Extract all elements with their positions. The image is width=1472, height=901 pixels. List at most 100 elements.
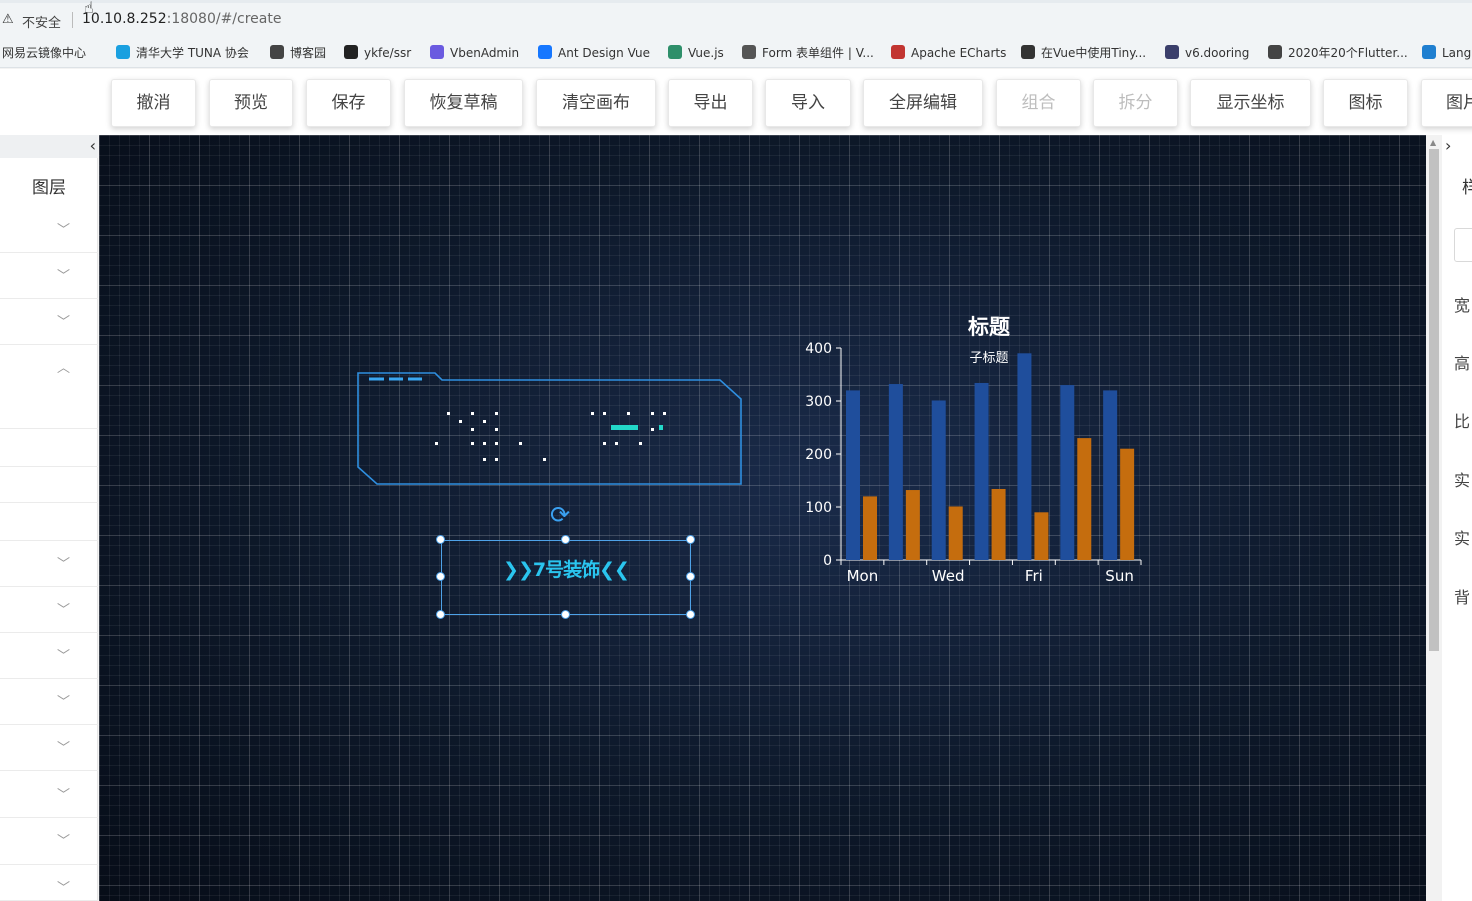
chevron-down-icon[interactable]: ﹀ <box>57 737 70 756</box>
echarts-icon <box>891 45 905 59</box>
layer-row[interactable]: ︿ <box>0 345 98 429</box>
chevron-down-icon[interactable]: ﹀ <box>57 691 70 710</box>
icon-button[interactable]: 图标 <box>1323 79 1408 127</box>
bookmark-label: VbenAdmin <box>450 46 520 60</box>
chevron-left-icon[interactable]: ‹ <box>90 136 96 155</box>
split-button[interactable]: 拆分 <box>1093 79 1178 127</box>
x-tick-label: Sun <box>1105 567 1134 585</box>
resize-handle[interactable] <box>436 610 445 619</box>
url-text[interactable]: 10.10.8.252:18080/#/create <box>82 11 281 27</box>
property-input[interactable] <box>1454 228 1472 262</box>
show-coordinates-button[interactable]: 显示坐标 <box>1190 79 1311 127</box>
layer-row[interactable]: ﹀ <box>0 818 98 865</box>
bookmark-item[interactable]: 博客园 <box>270 44 326 62</box>
bookmark-item[interactable]: VbenAdmin <box>430 44 519 62</box>
chevron-down-icon[interactable]: ﹀ <box>57 830 70 849</box>
import-button[interactable]: 导入 <box>765 79 851 127</box>
frame-decoration-dot <box>483 420 486 423</box>
x-tick-label: Wed <box>932 567 965 585</box>
clear-canvas-button[interactable]: 清空画布 <box>536 79 656 127</box>
layer-row[interactable]: ﹀ <box>0 633 98 679</box>
layer-row[interactable]: ﹀ <box>0 541 98 587</box>
bookmark-item[interactable]: Lang <box>1422 44 1471 62</box>
bookmark-item[interactable]: v6.dooring <box>1165 44 1249 62</box>
resize-handle[interactable] <box>686 572 695 581</box>
y-tick-label: 0 <box>823 553 832 569</box>
vben-icon <box>430 45 444 59</box>
chevron-up-icon[interactable]: ︿ <box>57 357 70 376</box>
bookmark-item[interactable]: 2020年20个Flutter... <box>1268 44 1408 62</box>
chevron-down-icon[interactable]: ﹀ <box>57 645 70 664</box>
scrollbar-thumb[interactable] <box>1429 149 1439 651</box>
chevron-down-icon[interactable]: ﹀ <box>57 599 70 618</box>
layer-row[interactable] <box>0 467 98 503</box>
frame-decoration-dot <box>483 458 486 461</box>
group-button[interactable]: 组合 <box>996 79 1081 127</box>
layer-row[interactable]: ﹀ <box>0 207 98 253</box>
resize-handle[interactable] <box>686 610 695 619</box>
rotate-icon[interactable]: ⟳ <box>550 501 570 529</box>
layer-row[interactable]: ﹀ <box>0 679 98 725</box>
bar-series-1 <box>1103 390 1118 560</box>
scroll-up-icon[interactable]: ▲ <box>1430 138 1436 147</box>
tiny-icon <box>1021 45 1035 59</box>
chevron-down-icon[interactable]: ﹀ <box>57 265 70 284</box>
chevron-right-icon[interactable]: › <box>1445 136 1451 155</box>
layer-row[interactable]: ﹀ <box>0 299 98 345</box>
bookmark-item[interactable]: 在Vue中使用Tiny... <box>1021 44 1146 62</box>
resize-handle[interactable] <box>561 535 570 544</box>
frame-decoration-dot <box>591 412 594 415</box>
bar-series-1 <box>1017 353 1032 560</box>
layer-row[interactable]: ﹀ <box>0 587 98 633</box>
frame-decoration-dot <box>543 458 546 461</box>
preview-button[interactable]: 预览 <box>209 79 293 127</box>
vue-icon <box>668 45 682 59</box>
undo-button[interactable]: 撤消 <box>111 79 196 127</box>
y-tick-label: 400 <box>805 341 832 357</box>
layer-panel-collapse-bar[interactable]: ‹ <box>0 135 98 158</box>
property-label: 实 <box>1454 529 1471 548</box>
frame-decoration-bar <box>611 425 638 430</box>
chevron-down-icon[interactable]: ﹀ <box>57 219 70 238</box>
selected-component-7-decoration[interactable]: ❯❯7号装饰❮❮ <box>441 555 691 582</box>
insecure-label[interactable]: 不安全 <box>22 12 61 31</box>
image-button[interactable]: 图片 <box>1421 79 1472 127</box>
resize-handle[interactable] <box>436 572 445 581</box>
resize-handle[interactable] <box>436 535 445 544</box>
chevron-down-icon[interactable]: ﹀ <box>57 553 70 572</box>
layer-row[interactable]: ﹀ <box>0 725 98 771</box>
restore-draft-button[interactable]: 恢复草稿 <box>404 79 523 127</box>
property-panel-collapse-bar[interactable]: › <box>1442 135 1472 158</box>
layer-row[interactable]: ﹀ <box>0 865 98 901</box>
bookmark-item[interactable]: ykfe/ssr <box>344 44 411 62</box>
bookmark-item[interactable]: Vue.js <box>668 44 724 62</box>
bookmark-item[interactable]: Apache ECharts <box>891 44 1006 62</box>
chevron-down-icon[interactable]: ﹀ <box>57 311 70 330</box>
design-canvas[interactable]: ⟳ ❯❯7号装饰❮❮ 标题 子标题 0 100 200 300 400 Mon Wed Fri… <box>99 135 1426 901</box>
layer-row[interactable] <box>0 503 98 541</box>
address-bar[interactable]: ⚠ 不安全 10.10.8.252:18080/#/create <box>0 0 1472 38</box>
bookmark-item[interactable]: Ant Design Vue <box>538 44 650 62</box>
bookmark-label: 2020年20个Flutter... <box>1288 46 1408 60</box>
fullscreen-edit-button[interactable]: 全屏编辑 <box>863 79 983 127</box>
property-tab-style[interactable]: 样 <box>1462 173 1472 198</box>
resize-handle[interactable] <box>561 610 570 619</box>
bookmark-label: Vue.js <box>688 46 724 60</box>
bookmark-label: 在Vue中使用Tiny... <box>1041 46 1147 60</box>
export-button[interactable]: 导出 <box>668 79 753 127</box>
canvas-vertical-scrollbar[interactable]: ▲ <box>1426 135 1442 901</box>
bookmark-item[interactable]: 网易云镜像中心 <box>2 44 86 62</box>
save-button[interactable]: 保存 <box>306 79 391 127</box>
bookmark-item[interactable]: 清华大学 TUNA 协会 <box>116 44 249 62</box>
bar-chart[interactable]: 标题 子标题 0 100 200 300 400 Mon Wed Fri Sun <box>789 310 1159 630</box>
bookmark-item[interactable]: Form 表单组件 | V... <box>742 44 874 62</box>
frame-decoration-dot <box>471 442 474 445</box>
layer-row[interactable] <box>0 429 98 467</box>
frame-decoration[interactable] <box>357 372 745 487</box>
tuna-icon <box>116 45 130 59</box>
resize-handle[interactable] <box>686 535 695 544</box>
chevron-down-icon[interactable]: ﹀ <box>57 877 70 896</box>
layer-row[interactable]: ﹀ <box>0 772 98 818</box>
chevron-down-icon[interactable]: ﹀ <box>57 784 70 803</box>
layer-row[interactable]: ﹀ <box>0 253 98 299</box>
